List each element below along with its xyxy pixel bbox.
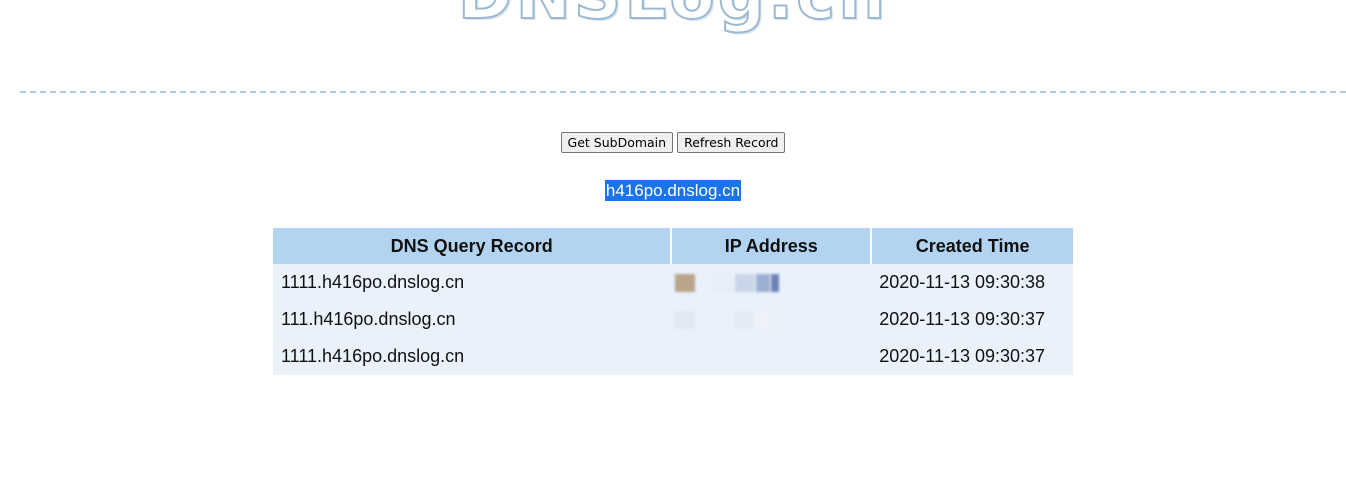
time-cell: 2020-11-13 09:30:37 (871, 301, 1073, 338)
ip-cell-redacted (671, 338, 872, 375)
ip-cell-redacted (671, 264, 872, 301)
subdomain-text[interactable]: h416po.dnslog.cn (604, 180, 742, 201)
table-row: 1111.h416po.dnslog.cn 2020-11-13 09:30:3… (273, 338, 1073, 375)
table-row: 1111.h416po.dnslog.cn 2020-11-13 09:30:3… (273, 264, 1073, 301)
query-cell: 111.h416po.dnslog.cn (273, 301, 672, 338)
subdomain-display[interactable]: h416po.dnslog.cn (0, 180, 1346, 202)
query-cell: 1111.h416po.dnslog.cn (273, 338, 672, 375)
dns-records-table: DNS Query Record IP Address Created Time… (273, 228, 1073, 375)
time-cell: 2020-11-13 09:30:37 (871, 338, 1073, 375)
header-created-time: Created Time (871, 228, 1073, 264)
button-row: Get SubDomain Refresh Record (0, 132, 1346, 153)
table-header-row: DNS Query Record IP Address Created Time (273, 228, 1073, 264)
dashed-divider (20, 91, 1346, 93)
time-cell: 2020-11-13 09:30:38 (871, 264, 1073, 301)
table-row: 111.h416po.dnslog.cn 2020-11-13 09:30:37 (273, 301, 1073, 338)
dnslog-logo: DNSLog.cn (0, 0, 1346, 36)
page: DNSLog.cn Get SubDomain Refresh Record h… (0, 0, 1346, 478)
ip-cell-redacted (671, 301, 872, 338)
header-ip-address: IP Address (671, 228, 873, 264)
header-dns-query-record: DNS Query Record (273, 228, 673, 264)
query-cell: 1111.h416po.dnslog.cn (273, 264, 672, 301)
refresh-record-button[interactable]: Refresh Record (677, 132, 786, 153)
get-subdomain-button[interactable]: Get SubDomain (560, 132, 674, 153)
